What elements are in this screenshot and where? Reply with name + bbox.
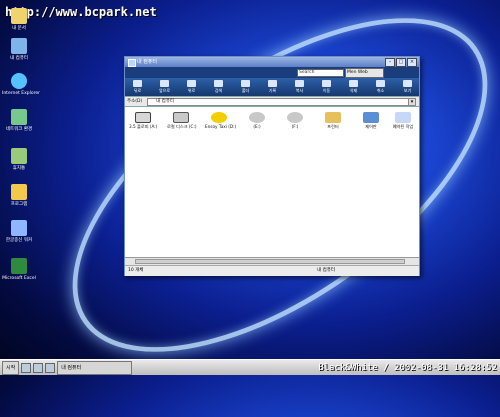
forward-icon <box>160 79 169 87</box>
toolbar-copy-button[interactable]: 복사 <box>289 79 310 95</box>
excel-icon <box>11 258 27 274</box>
desktop-icon-recycle-bin[interactable]: 휴지통 <box>2 148 36 171</box>
folders-icon <box>241 79 250 87</box>
app-icon <box>11 220 27 236</box>
drive-item-a[interactable]: 3.5 플로피 (A:) <box>129 112 157 130</box>
internet-explorer-icon <box>11 73 27 89</box>
taskbar: 시작 내 컴퓨터 Black&White / 2002-08-31 16:28:… <box>0 359 500 375</box>
maximize-button[interactable]: □ <box>396 58 406 67</box>
search-button[interactable]: Men Web <box>345 68 384 78</box>
status-bar: 10 개체 내 컴퓨터 <box>125 265 419 276</box>
cd-drive-icon <box>287 112 303 123</box>
my-documents-icon <box>11 8 27 24</box>
desktop-icon-app[interactable]: 한글종신 워커 <box>2 220 36 243</box>
toolbar-forward-button[interactable]: 앞으로 <box>154 79 175 95</box>
toolbar-move-button[interactable]: 이동 <box>316 79 337 95</box>
drive-item-d[interactable]: Ensoy Taxi (D:) <box>205 112 236 130</box>
local-disk-icon <box>173 112 189 123</box>
undo-icon <box>376 79 385 87</box>
copy-icon <box>295 79 304 87</box>
close-button[interactable]: × <box>407 58 417 67</box>
drive-item-f[interactable]: (F:) <box>281 112 309 130</box>
toolbar: 뒤로 앞으로 위로 검색 폴더 기록 복사 이동 삭제 취소 보기 <box>125 78 419 96</box>
network-icon <box>11 109 27 125</box>
window-icon <box>128 59 136 67</box>
address-dropdown-button[interactable]: ▾ <box>408 98 416 106</box>
address-label: 주소(D) <box>127 99 143 104</box>
address-bar: 주소(D) 내 컴퓨터 ▾ <box>125 96 419 107</box>
desktop-icon-programs[interactable]: 프로그램 <box>2 184 36 207</box>
toolbar-undo-button[interactable]: 취소 <box>370 79 391 95</box>
minimize-button[interactable]: – <box>385 58 395 67</box>
status-right-text: 내 컴퓨터 <box>317 268 335 273</box>
toolbar-up-button[interactable]: 위로 <box>181 79 202 95</box>
drive-item-control-panel[interactable]: 제어판 <box>357 112 385 130</box>
toolbar-delete-button[interactable]: 삭제 <box>343 79 364 95</box>
scrollbar-thumb[interactable] <box>135 259 405 264</box>
window-titlebar[interactable]: 내 컴퓨터 – □ × <box>125 57 419 67</box>
start-button[interactable]: 시작 <box>2 360 20 375</box>
drive-item-scheduled-tasks[interactable]: 예약된 작업 <box>389 112 417 130</box>
search-input[interactable]: Search <box>297 69 344 77</box>
recycle-bin-icon <box>11 148 27 164</box>
move-icon <box>322 79 331 87</box>
my-computer-icon <box>11 38 27 54</box>
toolbar-history-button[interactable]: 기록 <box>262 79 283 95</box>
address-input[interactable]: 내 컴퓨터 <box>147 98 415 106</box>
toolbar-views-button[interactable]: 보기 <box>397 79 418 95</box>
desktop-icon-my-computer[interactable]: 내 컴퓨터 <box>2 38 36 61</box>
search-icon <box>214 79 223 87</box>
toolbar-search-button[interactable]: 검색 <box>208 79 229 95</box>
floppy-drive-icon <box>135 112 151 123</box>
desktop-icon-network[interactable]: 네트워크 환경 <box>2 109 36 132</box>
printer-icon <box>325 112 341 123</box>
taskbar-window-item[interactable]: 내 컴퓨터 <box>57 360 133 375</box>
desktop-icon-my-documents[interactable]: 내 문서 <box>2 8 36 31</box>
up-icon <box>187 79 196 87</box>
drive-item-e[interactable]: (E:) <box>243 112 271 130</box>
folder-icon <box>11 184 27 200</box>
delete-icon <box>349 79 358 87</box>
clock-text: Black&White / 2002-08-31 16:28:52 <box>318 362 497 373</box>
cd-drive-icon <box>249 112 265 123</box>
optical-drive-icon <box>211 112 227 123</box>
history-icon <box>268 79 277 87</box>
my-computer-window: 내 컴퓨터 – □ × Search Men Web 뒤로 앞으로 위로 검색 … <box>124 56 420 276</box>
quicklaunch-icon-1[interactable] <box>21 362 32 373</box>
scheduled-tasks-icon <box>395 112 411 123</box>
status-left-text: 10 개체 <box>128 268 144 273</box>
views-icon <box>403 79 412 87</box>
toolbar-back-button[interactable]: 뒤로 <box>127 79 148 95</box>
horizontal-scrollbar[interactable] <box>125 257 419 265</box>
desktop-icon-excel[interactable]: Microsoft Excel <box>2 258 36 281</box>
drive-item-c[interactable]: 로컬 디스크 (C:) <box>167 112 197 130</box>
window-controls: – □ × <box>385 58 417 67</box>
quicklaunch-icon-2[interactable] <box>33 362 44 373</box>
toolbar-folders-button[interactable]: 폴더 <box>235 79 256 95</box>
file-view: 3.5 플로피 (A:) 로컬 디스크 (C:) Ensoy Taxi (D:)… <box>125 107 419 257</box>
drive-item-printer[interactable]: 프린터 <box>319 112 347 130</box>
desktop-icon-internet-explorer[interactable]: Internet Explorer <box>2 73 40 96</box>
quicklaunch-icon-3[interactable] <box>45 362 56 373</box>
control-panel-icon <box>363 112 379 123</box>
back-icon <box>133 79 142 87</box>
window-title: 내 컴퓨터 <box>137 59 157 65</box>
search-bar: Search Men Web <box>125 67 419 78</box>
